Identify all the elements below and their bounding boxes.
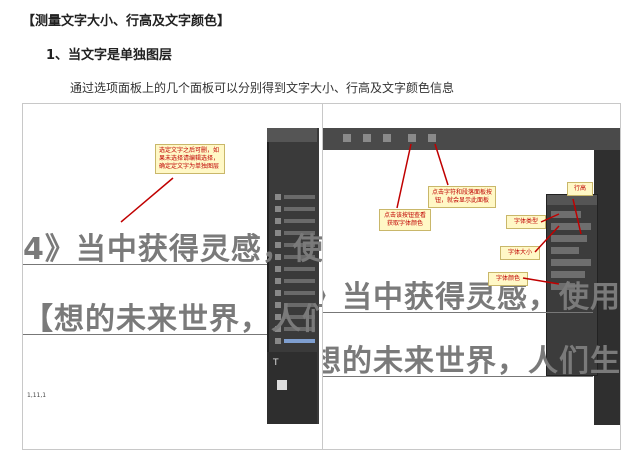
description-paragraph: 通过选项面板上的几个面板可以分别得到文字大小、行高及文字颜色信息 (70, 81, 455, 95)
font-size-icon (383, 134, 391, 142)
left-screenshot: T 4》当中获得灵感，使用了“ 【想的未来世界，人们生活在 选定文字之后可删，如… (23, 104, 323, 449)
tracking-field (551, 247, 579, 254)
subsection-heading: 1、当文字是单独图层 (46, 48, 173, 63)
font-field (551, 211, 581, 218)
sample-text-line1: 4》当中获得灵感，使用了“ (23, 232, 323, 267)
layers-panel-tab (267, 128, 317, 142)
scale-field (551, 259, 591, 266)
sample-text-line1: 》当中获得灵感，使用了 (323, 280, 620, 315)
font-family-icon (343, 134, 351, 142)
right-screenshot: 》当中获得灵感，使用了 想的未来世界，人们生活在 点击该按钮查看获取字体颜色 点… (323, 104, 620, 449)
properties-panel: T (267, 352, 317, 424)
options-bar (323, 128, 620, 150)
label-click-color: 点击该按钮查看获取字体颜色 (379, 209, 431, 231)
tiny-label: 1,11,1 (27, 392, 47, 399)
text-baseline (323, 312, 593, 313)
character-panel-header (547, 195, 597, 205)
layer-row (275, 276, 315, 285)
size-field (551, 223, 591, 230)
text-baseline (23, 264, 267, 265)
type-tool-icon: T (273, 358, 279, 368)
annotation-note: 选定文字之后可删，如果未选择请编辑选择，确定定文字为单独图层 (155, 144, 225, 174)
layer-row (275, 204, 315, 213)
layer-row (275, 192, 315, 201)
color-swatch (277, 380, 287, 390)
section-heading: 【测量文字大小、行高及文字颜色】 (22, 14, 231, 29)
label-line-height: 行高 (567, 182, 593, 196)
label-open-panel: 点击字符和段落面板按钮，就会显示此面板 (428, 186, 496, 208)
label-font-size: 字体大小 (500, 246, 540, 260)
font-style-icon (363, 134, 371, 142)
leading-field (551, 235, 587, 242)
character-panel-icon (428, 134, 436, 142)
text-baseline (23, 334, 267, 335)
label-font-color: 字体颜色 (488, 272, 528, 286)
screenshot-figure: T 4》当中获得灵感，使用了“ 【想的未来世界，人们生活在 选定文字之后可删，如… (22, 103, 621, 450)
sample-text-line2: 【想的未来世界，人们生活在 (23, 302, 322, 337)
sample-text-line2: 想的未来世界，人们生活在 (323, 344, 620, 379)
label-font-type: 字体类型 (506, 215, 546, 229)
color-icon (408, 134, 416, 142)
text-baseline (323, 376, 593, 377)
